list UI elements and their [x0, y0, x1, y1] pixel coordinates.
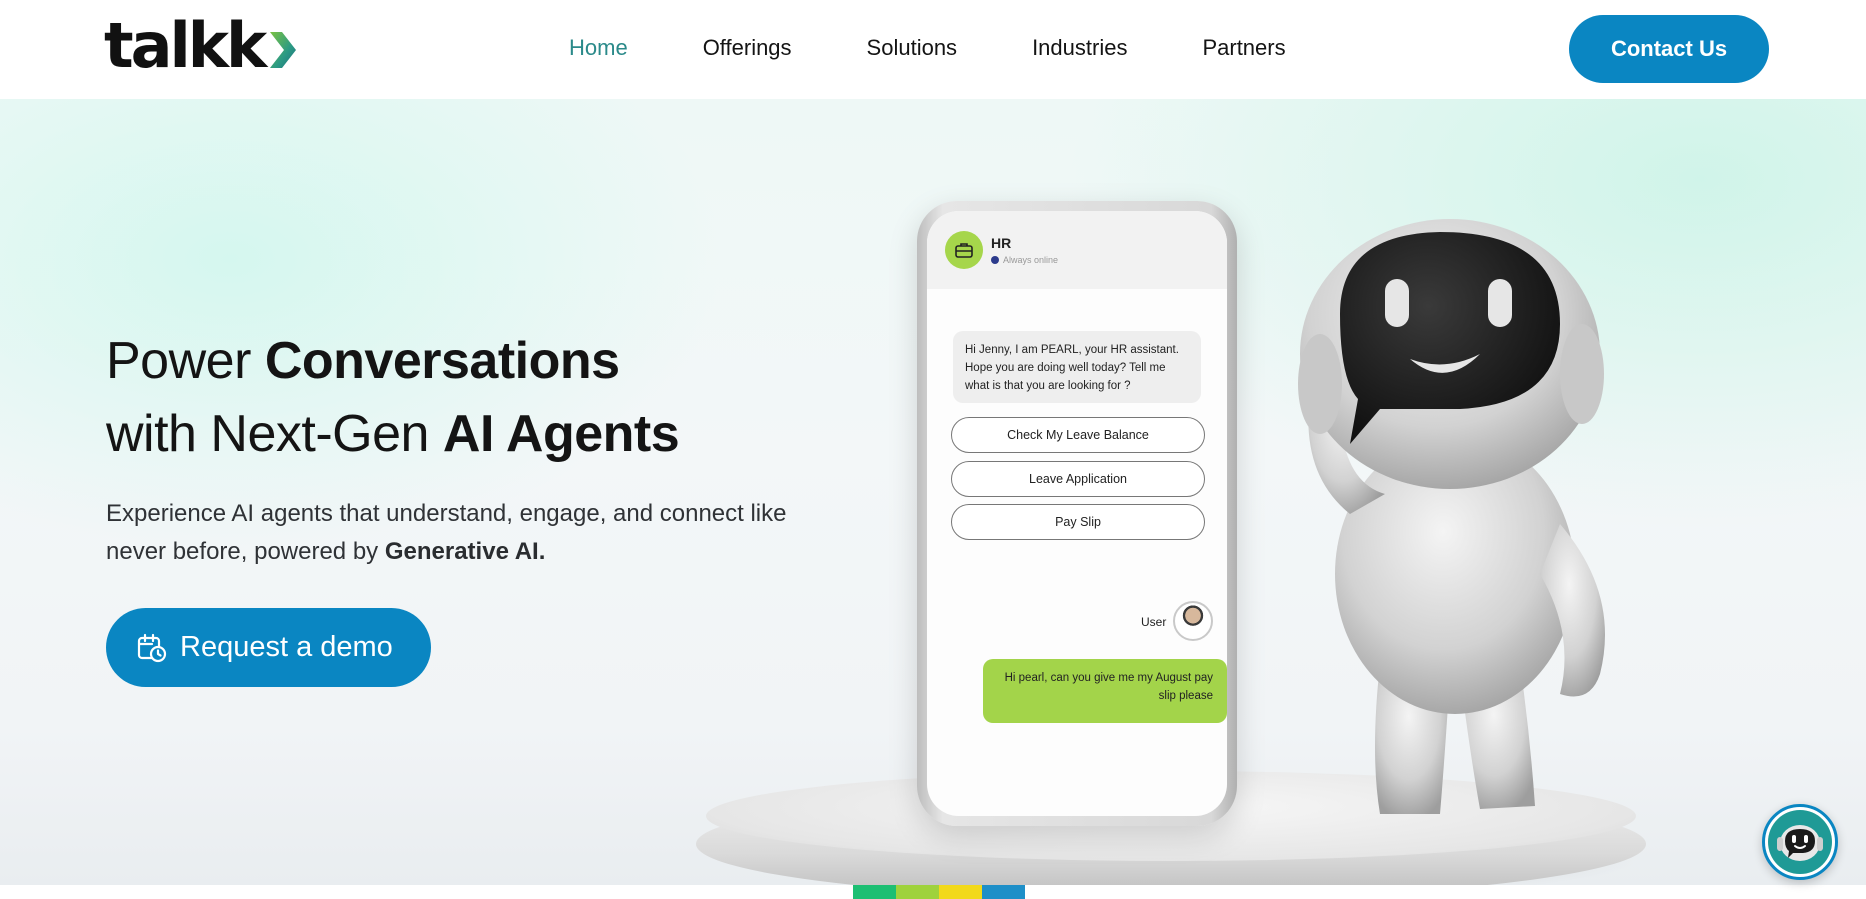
chevron-right-icon: [270, 32, 297, 68]
nav-industries[interactable]: Industries: [1032, 30, 1127, 66]
talkk-logo[interactable]: talkk: [104, 14, 300, 78]
nav-solutions[interactable]: Solutions: [867, 30, 958, 66]
site-header: talkk Home Offerings Solutions Industrie…: [0, 0, 1866, 99]
option-leave-application[interactable]: Leave Application: [951, 461, 1205, 497]
nav-partners[interactable]: Partners: [1202, 30, 1285, 66]
chat-bot-status-text: Always online: [1003, 255, 1059, 265]
request-demo-label: Request a demo: [180, 631, 393, 663]
user-avatar: [1173, 601, 1213, 641]
chat-bot-name: HR: [991, 235, 1012, 251]
brand-color-strip: [853, 885, 1025, 899]
contact-us-button[interactable]: Contact Us: [1569, 15, 1769, 83]
briefcase-icon: [945, 231, 983, 269]
hero-section: Power Conversations with Next-Gen AI Age…: [0, 99, 1866, 885]
hero-subtext: Experience AI agents that understand, en…: [106, 495, 826, 571]
online-dot-icon: [991, 256, 999, 264]
subtext-bold: Generative AI.: [384, 538, 546, 565]
calendar-clock-icon: [137, 633, 167, 662]
option-check-leave-balance[interactable]: Check My Leave Balance: [951, 417, 1205, 453]
nav-offerings[interactable]: Offerings: [703, 30, 792, 66]
robot-mascot: [1298, 219, 1605, 814]
nav-home[interactable]: Home: [569, 30, 628, 66]
phone-mockup: HR Always online Hi Jenny, I am PEARL, y…: [917, 201, 1237, 826]
hero-headline: Power Conversations with Next-Gen AI Age…: [106, 325, 680, 471]
robot-chat-icon: [1768, 810, 1832, 874]
chat-bot-status: Always online: [991, 255, 1058, 265]
option-pay-slip[interactable]: Pay Slip: [951, 504, 1205, 540]
logo-wordmark: talkk: [104, 9, 267, 82]
user-message-bubble: Hi pearl, can you give me my August pay …: [983, 659, 1227, 723]
strip-segment: [982, 885, 1025, 899]
strip-segment: [939, 885, 982, 899]
chatbot-launcher-button[interactable]: [1762, 804, 1838, 880]
main-nav: Home Offerings Solutions Industries Part…: [569, 30, 1361, 66]
bot-message-bubble: Hi Jenny, I am PEARL, your HR assistant.…: [953, 331, 1201, 403]
headline-line1-light: Power: [106, 332, 265, 390]
strip-segment: [896, 885, 939, 899]
headline-line1-bold: Conversations: [264, 332, 620, 390]
headline-line2-light: with Next-Gen: [106, 405, 443, 463]
request-demo-button[interactable]: Request a demo: [106, 608, 431, 687]
strip-segment: [853, 885, 896, 899]
chat-header: HR Always online: [927, 211, 1227, 289]
phone-screen: HR Always online Hi Jenny, I am PEARL, y…: [927, 211, 1227, 816]
headline-line2-bold: AI Agents: [442, 405, 680, 463]
user-label: User: [1141, 615, 1167, 629]
